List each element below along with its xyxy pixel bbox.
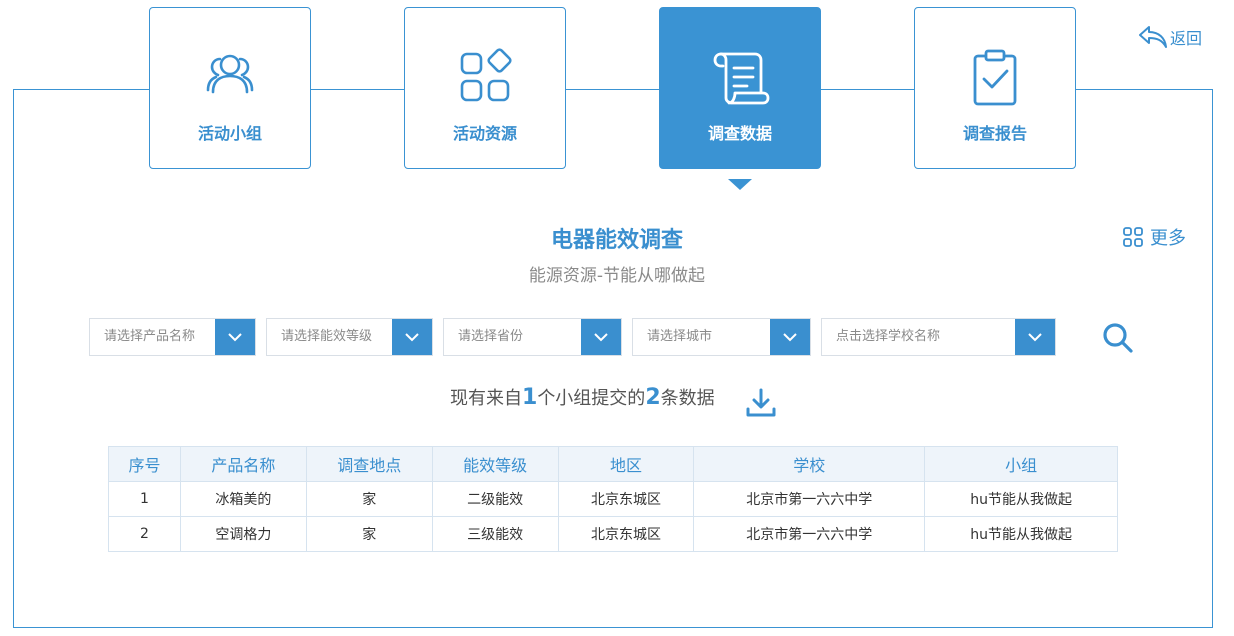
summary-prefix: 现有来自 [450,388,522,409]
step-activity-resources[interactable]: 活动资源 [404,7,566,169]
table-cell: 北京东城区 [557,481,695,517]
column-header: 小组 [924,446,1118,482]
reply-arrow-icon [1139,26,1167,48]
table-cell: 北京东城区 [557,516,695,552]
table-cell: 三级能效 [431,516,559,552]
search-icon[interactable] [1102,322,1134,354]
column-header: 能效等级 [431,446,559,482]
step-label: 调查数据 [707,124,772,143]
column-header: 序号 [108,446,181,482]
download-icon[interactable] [745,387,777,419]
column-header: 调查地点 [305,446,433,482]
table-row: 2 空调格力 家 三级能效 北京东城区 北京市第一六六中学 hu节能从我做起 [108,516,1118,552]
step-label: 活动资源 [452,124,517,143]
chevron-down-icon [228,333,242,342]
dropdown-button[interactable] [581,319,621,355]
table-cell: 家 [305,481,433,517]
page-subtitle: 能源资源-节能从哪做起 [528,266,706,286]
table-cell: 2 [108,516,181,552]
column-header: 地区 [557,446,695,482]
table-cell: 二级能效 [431,481,559,517]
table-cell: 冰箱美的 [179,481,307,517]
group-count: 1 [522,385,538,410]
dropdown-button[interactable] [1015,319,1055,355]
summary-middle: 个小组提交的 [537,388,646,409]
table-cell: 空调格力 [179,516,307,552]
efficiency-select-placeholder: 请选择能效等级 [281,329,373,344]
apps-grid-icon [454,46,516,108]
dropdown-button[interactable] [392,319,432,355]
record-count: 2 [645,385,661,410]
column-header: 产品名称 [179,446,307,482]
back-label: 返回 [1170,29,1203,48]
table-cell: 北京市第一六六中学 [693,516,926,552]
more-label: 更多 [1150,228,1186,249]
province-select-placeholder: 请选择省份 [458,329,524,344]
data-summary: 现有来自1个小组提交的2条数据 [450,384,715,410]
city-select-placeholder: 请选择城市 [647,329,713,344]
table-cell: 1 [108,481,181,517]
step-activity-group[interactable]: 活动小组 [149,7,311,169]
city-select[interactable]: 请选择城市 [632,318,811,356]
dropdown-button[interactable] [215,319,255,355]
active-step-pointer [728,179,752,190]
school-select-placeholder: 点击选择学校名称 [836,329,941,344]
column-header: 学校 [693,446,926,482]
scroll-document-icon [709,46,771,108]
step-label: 活动小组 [197,124,262,143]
back-button[interactable]: 返回 [1138,24,1202,50]
chevron-down-icon [1028,333,1042,342]
grid-icon [1123,227,1143,247]
more-button[interactable]: 更多 [1122,224,1186,250]
survey-data-table: 序号 产品名称 调查地点 能效等级 地区 学校 小组 1 冰箱美的 家 二级能效… [108,446,1118,552]
table-row: 1 冰箱美的 家 二级能效 北京东城区 北京市第一六六中学 hu节能从我做起 [108,481,1118,517]
table-header-row: 序号 产品名称 调查地点 能效等级 地区 学校 小组 [108,446,1118,482]
page-title: 电器能效调查 [550,228,683,253]
table-cell: hu节能从我做起 [924,516,1118,552]
product-select-placeholder: 请选择产品名称 [104,329,196,344]
summary-suffix: 条数据 [660,388,715,409]
province-select[interactable]: 请选择省份 [443,318,622,356]
dropdown-button[interactable] [770,319,810,355]
step-survey-report[interactable]: 调查报告 [914,7,1076,169]
clipboard-check-icon [964,46,1026,108]
users-icon [199,46,261,108]
table-cell: hu节能从我做起 [924,481,1118,517]
chevron-down-icon [783,333,797,342]
product-select[interactable]: 请选择产品名称 [89,318,256,356]
chevron-down-icon [594,333,608,342]
efficiency-select[interactable]: 请选择能效等级 [266,318,433,356]
chevron-down-icon [405,333,419,342]
table-cell: 北京市第一六六中学 [693,481,926,517]
step-label: 调查报告 [962,124,1027,143]
school-select[interactable]: 点击选择学校名称 [821,318,1056,356]
table-cell: 家 [305,516,433,552]
step-survey-data[interactable]: 调查数据 [659,7,821,169]
